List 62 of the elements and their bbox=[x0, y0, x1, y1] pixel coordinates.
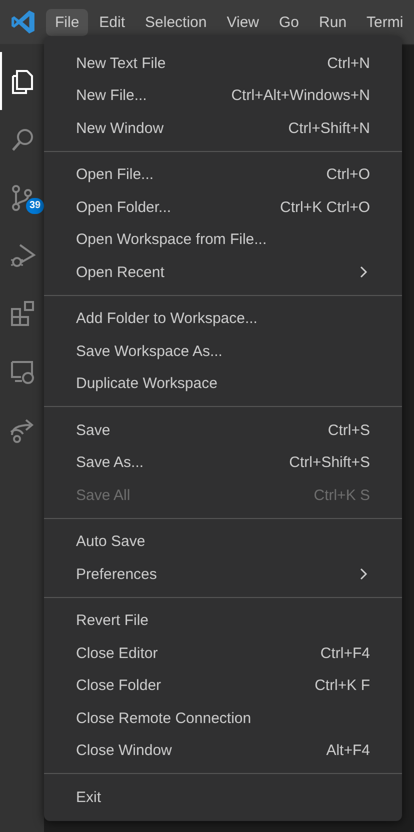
menu-item[interactable]: Save Workspace As... bbox=[44, 334, 402, 368]
menu-item-label: Duplicate Workspace bbox=[76, 375, 218, 392]
menu-item[interactable]: Close Folder Ctrl+K F bbox=[44, 669, 402, 702]
keyboard-shortcut: Alt+F4 bbox=[326, 742, 370, 759]
menu-item-label: Revert File bbox=[76, 612, 150, 629]
extensions-icon[interactable] bbox=[8, 299, 36, 327]
menu-item-label: Open Folder... bbox=[76, 198, 172, 216]
menu-item[interactable]: Open Workspace from File... bbox=[44, 223, 402, 256]
menu-title[interactable]: Run bbox=[310, 8, 356, 36]
menu-title[interactable]: Edit bbox=[90, 8, 134, 36]
menu-title[interactable]: Selection bbox=[136, 8, 216, 36]
menu-item-label: Open Recent bbox=[76, 264, 166, 280]
menu-item[interactable]: Close Editor Ctrl+F4 bbox=[44, 636, 402, 670]
menu-item[interactable]: Close Remote Connection bbox=[44, 702, 402, 734]
menu-item[interactable]: Save As... Ctrl+Shift+S bbox=[44, 446, 402, 479]
keyboard-shortcut: Ctrl+S bbox=[328, 422, 370, 438]
menu-title[interactable]: File bbox=[46, 8, 88, 36]
keyboard-shortcut: Ctrl+K S bbox=[314, 486, 370, 504]
menu-title[interactable]: View bbox=[218, 8, 268, 36]
menu-item-label: Exit bbox=[76, 788, 102, 806]
keyboard-shortcut: Ctrl+O bbox=[326, 166, 370, 183]
menu-item[interactable]: Preferences bbox=[44, 558, 402, 590]
menu-item[interactable]: Save Ctrl+S bbox=[44, 414, 402, 446]
menu-item[interactable]: Open Recent bbox=[44, 256, 402, 288]
keyboard-shortcut: Ctrl+Shift+S bbox=[289, 454, 370, 471]
menu-item-label: Save Workspace As... bbox=[76, 342, 224, 360]
menu-item[interactable]: Open Folder... Ctrl+K Ctrl+O bbox=[44, 190, 402, 224]
keyboard-shortcut: Ctrl+F4 bbox=[320, 644, 370, 662]
menu-item[interactable]: New Text File Ctrl+N bbox=[44, 46, 402, 80]
keyboard-shortcut: Ctrl+Alt+Windows+N bbox=[231, 87, 370, 104]
menu-item-label: New Window bbox=[76, 120, 165, 136]
menu-item-label: Save bbox=[76, 422, 112, 438]
menu-item[interactable]: Open File... Ctrl+O bbox=[44, 158, 402, 191]
menu-item[interactable]: Close Window Alt+F4 bbox=[44, 734, 402, 767]
menu-item-label: Save As... bbox=[76, 454, 145, 471]
menu-item-label: New Text File bbox=[76, 54, 167, 72]
menu-item-label: Save All bbox=[76, 486, 132, 504]
menu-item[interactable]: New File... Ctrl+Alt+Windows+N bbox=[44, 79, 402, 112]
keyboard-shortcut: Ctrl+N bbox=[327, 54, 370, 72]
menu-item-label: Close Remote Connection bbox=[76, 710, 252, 726]
menu-item[interactable]: Duplicate Workspace bbox=[44, 367, 402, 400]
menu-item[interactable]: Revert File bbox=[44, 604, 402, 637]
keyboard-shortcut: Ctrl+K Ctrl+O bbox=[280, 198, 370, 216]
menu-title[interactable]: Termi bbox=[358, 8, 412, 36]
menu-item[interactable]: New Window Ctrl+Shift+N bbox=[44, 112, 402, 144]
keyboard-shortcut: Ctrl+K F bbox=[314, 677, 370, 694]
menu-item-label: Auto Save bbox=[76, 533, 146, 550]
app-logo-icon bbox=[10, 9, 36, 35]
menu-item-label: Preferences bbox=[76, 566, 158, 582]
keyboard-shortcut: Ctrl+Shift+N bbox=[288, 120, 370, 136]
menu-item[interactable]: Add Folder to Workspace... bbox=[44, 302, 402, 335]
menu-item-label: Close Window bbox=[76, 742, 173, 759]
count-badge: 39 bbox=[26, 198, 44, 214]
menu-item-label: Add Folder to Workspace... bbox=[76, 310, 258, 327]
menu-item[interactable]: Exit bbox=[44, 780, 402, 814]
menu-title[interactable]: Go bbox=[270, 8, 308, 36]
menu-item-label: Open File... bbox=[76, 166, 155, 183]
menu-item[interactable]: Auto Save bbox=[44, 525, 402, 558]
menu-item-label: Close Editor bbox=[76, 644, 159, 662]
menu-item-label: Close Folder bbox=[76, 677, 162, 694]
menu-item-label: New File... bbox=[76, 87, 148, 104]
menu-item-label: Open Workspace from File... bbox=[76, 231, 268, 248]
